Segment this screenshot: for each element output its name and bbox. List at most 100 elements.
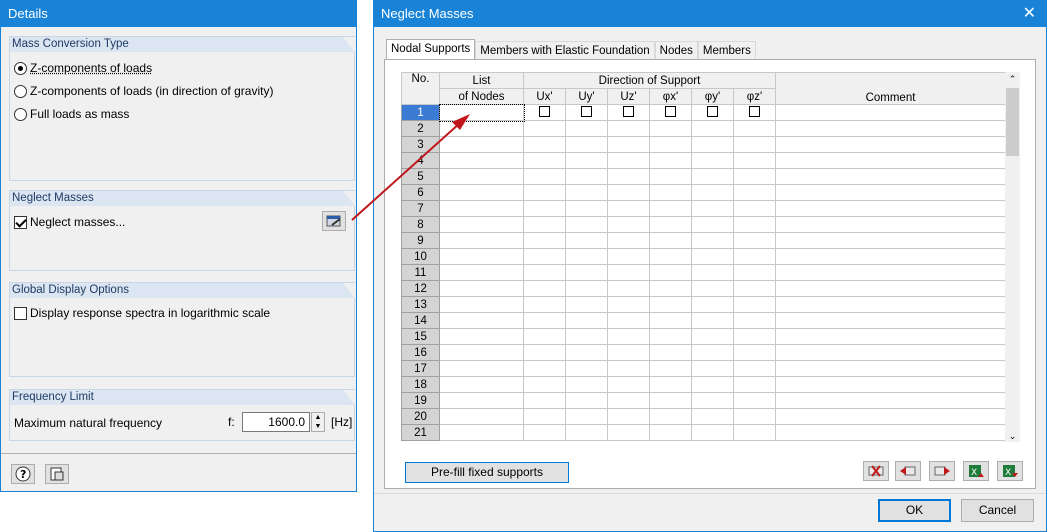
direction-cell[interactable] (607, 120, 650, 137)
row-number[interactable]: 5 (401, 168, 440, 185)
direction-checkbox[interactable] (665, 105, 676, 117)
direction-cell[interactable] (523, 104, 566, 121)
comment-cell[interactable] (775, 408, 1006, 425)
comment-cell[interactable] (775, 120, 1006, 137)
list-of-nodes-cell[interactable] (439, 360, 524, 377)
direction-cell[interactable] (565, 296, 608, 313)
edit-neglect-masses-button[interactable] (322, 211, 346, 231)
direction-cell[interactable] (607, 376, 650, 393)
direction-cell[interactable] (565, 104, 608, 121)
direction-cell[interactable] (733, 184, 776, 201)
direction-cell[interactable] (649, 248, 692, 265)
direction-cell[interactable] (733, 360, 776, 377)
scroll-up-icon[interactable]: ⌃ (1005, 72, 1020, 86)
direction-cell[interactable] (649, 120, 692, 137)
list-of-nodes-cell[interactable] (439, 312, 524, 329)
row-number[interactable]: 7 (401, 200, 440, 217)
neglect-masses-checkbox-row[interactable]: Neglect masses... (14, 214, 125, 230)
direction-cell[interactable] (565, 424, 608, 441)
direction-cell[interactable] (649, 376, 692, 393)
row-number[interactable]: 16 (401, 344, 440, 361)
direction-cell[interactable] (691, 392, 734, 409)
comment-cell[interactable] (775, 104, 1006, 121)
comment-cell[interactable] (775, 248, 1006, 265)
direction-cell[interactable] (733, 296, 776, 313)
row-number[interactable]: 19 (401, 392, 440, 409)
direction-cell[interactable] (523, 392, 566, 409)
direction-cell[interactable] (733, 232, 776, 249)
direction-cell[interactable] (523, 296, 566, 313)
direction-cell[interactable] (691, 296, 734, 313)
direction-cell[interactable] (649, 296, 692, 313)
direction-cell[interactable] (691, 408, 734, 425)
direction-cell[interactable] (523, 360, 566, 377)
direction-cell[interactable] (523, 168, 566, 185)
direction-cell[interactable] (565, 136, 608, 153)
comment-cell[interactable] (775, 328, 1006, 345)
list-of-nodes-cell[interactable] (439, 232, 524, 249)
comment-cell[interactable] (775, 184, 1006, 201)
direction-cell[interactable] (649, 136, 692, 153)
row-number[interactable]: 11 (401, 264, 440, 281)
direction-cell[interactable] (691, 104, 734, 121)
tab-nodal-supports[interactable]: Nodal Supports (386, 39, 476, 60)
radio-z-components-gravity[interactable]: Z-components of loads (in direction of g… (14, 83, 273, 99)
comment-cell[interactable] (775, 280, 1006, 297)
insert-row-before-button[interactable] (895, 461, 921, 481)
radio-full-loads[interactable]: Full loads as mass (14, 106, 129, 122)
direction-cell[interactable] (733, 264, 776, 281)
radio-z-components[interactable]: Z-components of loads (14, 60, 152, 76)
direction-cell[interactable] (607, 328, 650, 345)
direction-cell[interactable] (607, 168, 650, 185)
list-of-nodes-cell[interactable] (439, 344, 524, 361)
direction-cell[interactable] (733, 152, 776, 169)
comment-cell[interactable] (775, 360, 1006, 377)
frequency-input[interactable]: 1600.0 (242, 412, 310, 432)
comment-cell[interactable] (775, 296, 1006, 313)
comment-cell[interactable] (775, 152, 1006, 169)
log-scale-checkbox[interactable] (14, 306, 27, 320)
row-number[interactable]: 6 (401, 184, 440, 201)
direction-cell[interactable] (607, 312, 650, 329)
comment-cell[interactable] (775, 216, 1006, 233)
ok-button[interactable]: OK (878, 499, 951, 522)
direction-cell[interactable] (649, 392, 692, 409)
frequency-spinner[interactable]: ▲ ▼ (311, 412, 325, 432)
direction-cell[interactable] (565, 168, 608, 185)
direction-cell[interactable] (691, 328, 734, 345)
radio-button[interactable] (14, 84, 27, 98)
prefill-fixed-supports-button[interactable]: Pre-fill fixed supports (405, 462, 569, 483)
direction-cell[interactable] (733, 280, 776, 297)
list-of-nodes-cell[interactable] (439, 216, 524, 233)
row-number[interactable]: 1 (401, 104, 440, 121)
tab-nodes[interactable]: Nodes (654, 41, 698, 60)
direction-cell[interactable] (649, 264, 692, 281)
direction-checkbox[interactable] (623, 105, 634, 117)
direction-cell[interactable] (649, 104, 692, 121)
row-number[interactable]: 2 (401, 120, 440, 137)
direction-cell[interactable] (733, 424, 776, 441)
radio-button-selected[interactable] (14, 61, 27, 75)
direction-cell[interactable] (649, 360, 692, 377)
direction-cell[interactable] (607, 216, 650, 233)
row-number[interactable]: 15 (401, 328, 440, 345)
direction-cell[interactable] (607, 104, 650, 121)
direction-checkbox[interactable] (581, 105, 592, 117)
list-of-nodes-cell[interactable] (439, 264, 524, 281)
direction-cell[interactable] (649, 328, 692, 345)
list-of-nodes-cell[interactable] (438, 103, 525, 122)
tab-members-elastic-foundation[interactable]: Members with Elastic Foundation (475, 41, 655, 60)
direction-cell[interactable] (733, 392, 776, 409)
delete-row-button[interactable] (863, 461, 889, 481)
row-number[interactable]: 10 (401, 248, 440, 265)
direction-cell[interactable] (649, 232, 692, 249)
list-of-nodes-cell[interactable] (439, 328, 524, 345)
direction-cell[interactable] (607, 200, 650, 217)
list-of-nodes-cell[interactable] (439, 248, 524, 265)
direction-cell[interactable] (649, 312, 692, 329)
direction-cell[interactable] (523, 136, 566, 153)
list-of-nodes-cell[interactable] (439, 200, 524, 217)
direction-cell[interactable] (733, 328, 776, 345)
direction-cell[interactable] (565, 152, 608, 169)
list-of-nodes-cell[interactable] (439, 152, 524, 169)
